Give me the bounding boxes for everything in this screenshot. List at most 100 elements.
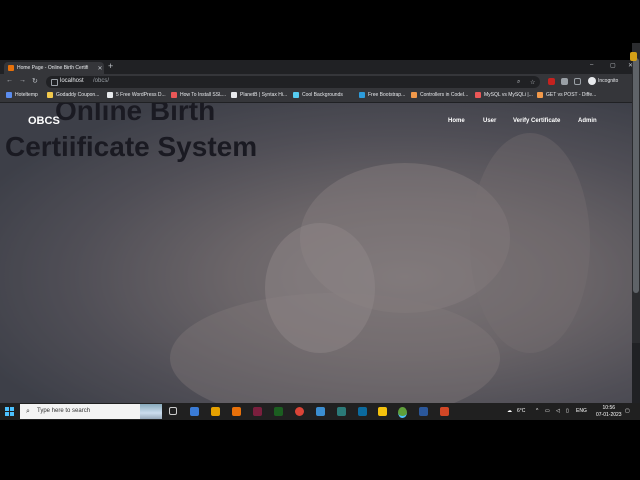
side-panel-icon[interactable] [574, 78, 581, 85]
windows-taskbar: ⌕ Type here to search ☁ 6°C ^ ▭ ◁ ▯ ENG … [0, 403, 640, 420]
windows-start-icon[interactable] [5, 407, 14, 416]
app-icon[interactable] [337, 407, 346, 416]
bookmark-label: Hoteltemp [15, 92, 38, 98]
bookmark-favicon-icon [475, 92, 481, 98]
url-path: /obcs/ [93, 78, 110, 84]
profile-label: Incognito [598, 78, 619, 84]
tab-home-page[interactable]: Home Page - Online Birth Certifi ✕ [4, 62, 104, 74]
bookmark-label: MySQL vs MySQLi |... [484, 92, 533, 98]
start-tile [5, 407, 9, 411]
browser-window: Home Page - Online Birth Certifi ✕ + – ▢… [0, 60, 640, 403]
word-icon[interactable] [419, 407, 428, 416]
weather-cloud-icon[interactable]: ☁ [507, 408, 512, 414]
bookmark-label: Cool Backgrounds [302, 92, 343, 98]
bookmark-label: PlanetB | Syntax Hi... [240, 92, 288, 98]
language-indicator[interactable]: ENG [576, 408, 587, 414]
extension-icon[interactable] [548, 78, 555, 85]
start-tile [10, 407, 14, 411]
reload-button[interactable]: ↻ [32, 77, 38, 85]
new-tab-button[interactable]: + [108, 61, 113, 71]
bookmark-favicon-icon [293, 92, 299, 98]
bookmarks-bar: Hoteltemp Godaddy Coupon... 5 Free WordP… [0, 90, 640, 103]
extensions-puzzle-icon[interactable] [561, 78, 568, 85]
bookmark-item[interactable]: Cool Backgrounds [293, 92, 343, 98]
url-host: localhost [60, 78, 84, 84]
chrome-incognito-icon[interactable] [398, 407, 407, 418]
bookmark-label: Godaddy Coupon... [56, 92, 100, 98]
bookmark-item[interactable]: Free Bootstrap... [359, 92, 405, 98]
tab-title: Home Page - Online Birth Certifi [17, 65, 89, 71]
search-icon: ⌕ [26, 408, 30, 415]
bookmark-star-icon[interactable]: ☆ [530, 79, 535, 86]
favicon-icon [8, 65, 14, 71]
mouse-cursor-icon [630, 52, 637, 61]
forward-button[interactable]: → [19, 77, 26, 84]
nav-admin[interactable]: Admin [578, 118, 597, 124]
search-icon[interactable]: ⌕ [517, 79, 520, 86]
address-bar[interactable]: localhost /obcs/ ⌕ ☆ [46, 76, 540, 88]
site-info-icon[interactable] [51, 79, 58, 86]
app-icon[interactable] [274, 407, 283, 416]
bookmark-favicon-icon [359, 92, 365, 98]
hero-headline: Online Birth Certiificate System [5, 103, 257, 165]
headline-line-2: Certiificate System [5, 131, 258, 162]
bookmark-favicon-icon [47, 92, 53, 98]
bookmark-favicon-icon [107, 92, 113, 98]
bookmark-label: 5 Free WordPress D... [116, 92, 166, 98]
start-tile [10, 412, 14, 416]
chrome-icon[interactable] [295, 407, 304, 416]
task-view-icon[interactable] [169, 407, 177, 415]
scrollbar-thumb[interactable] [633, 58, 639, 293]
minimize-button[interactable]: – [590, 62, 593, 68]
bookmark-label: Controllers in CodeI... [420, 92, 469, 98]
bookmark-item[interactable]: MySQL vs MySQLi |... [475, 92, 533, 98]
bookmark-favicon-icon [411, 92, 417, 98]
nav-user[interactable]: User [483, 118, 496, 124]
bookmark-item[interactable]: Controllers in CodeI... [411, 92, 468, 98]
weather-temperature[interactable]: 6°C [517, 408, 525, 414]
bookmark-item[interactable]: PlanetB | Syntax Hi... [231, 92, 287, 98]
bookmark-item[interactable]: Hoteltemp [6, 92, 38, 98]
bookmark-label: GET vs POST - Diffe... [546, 92, 597, 98]
app-icon[interactable] [211, 407, 220, 416]
incognito-icon [588, 77, 596, 85]
bookmark-favicon-icon [171, 92, 177, 98]
taskbar-clock[interactable]: 10:56 07-01-2023 [596, 405, 622, 419]
battery-icon[interactable]: ▯ [566, 408, 569, 414]
notifications-icon[interactable]: ▢ [625, 408, 630, 414]
app-icon[interactable] [190, 407, 199, 416]
taskbar-search-box[interactable]: ⌕ Type here to search [20, 404, 162, 419]
clock-date: 07-01-2023 [596, 412, 622, 418]
search-highlight-image [140, 404, 162, 419]
bookmark-favicon-icon [6, 92, 12, 98]
app-icon[interactable] [253, 407, 262, 416]
powerpoint-icon[interactable] [440, 407, 449, 416]
app-icon[interactable] [358, 407, 367, 416]
bookmark-item[interactable]: Godaddy Coupon... [47, 92, 99, 98]
network-icon[interactable]: ▭ [545, 408, 550, 414]
web-page: OBCS Home User Verify Certificate Admin … [0, 103, 632, 403]
start-tile [5, 412, 9, 416]
bookmark-item[interactable]: GET vs POST - Diffe... [537, 92, 596, 98]
bookmark-item[interactable]: 5 Free WordPress D... [107, 92, 166, 98]
bookmark-label: How To Install SSL... [180, 92, 227, 98]
bookmark-favicon-icon [537, 92, 543, 98]
headline-line-1: Online Birth [55, 103, 216, 126]
tab-close-icon[interactable]: ✕ [96, 65, 104, 72]
bookmark-label: Free Bootstrap... [368, 92, 406, 98]
back-button[interactable]: ← [6, 77, 13, 84]
file-explorer-icon[interactable] [378, 407, 387, 416]
nav-verify-certificate[interactable]: Verify Certificate [513, 118, 560, 124]
page-scrollbar[interactable] [632, 43, 640, 343]
volume-icon[interactable]: ◁ [556, 408, 560, 414]
store-icon[interactable] [316, 407, 325, 416]
maximize-button[interactable]: ▢ [610, 62, 616, 69]
profile-incognito[interactable]: Incognito [588, 77, 618, 85]
xampp-icon[interactable] [232, 407, 241, 416]
bookmark-item[interactable]: How To Install SSL... [171, 92, 226, 98]
browser-toolbar: ← → ↻ localhost /obcs/ ⌕ ☆ Incognito ⋮ [0, 74, 640, 90]
clock-time: 10:56 [602, 405, 616, 411]
tray-chevron-icon[interactable]: ^ [536, 408, 538, 414]
bookmark-favicon-icon [231, 92, 237, 98]
nav-home[interactable]: Home [448, 118, 465, 124]
